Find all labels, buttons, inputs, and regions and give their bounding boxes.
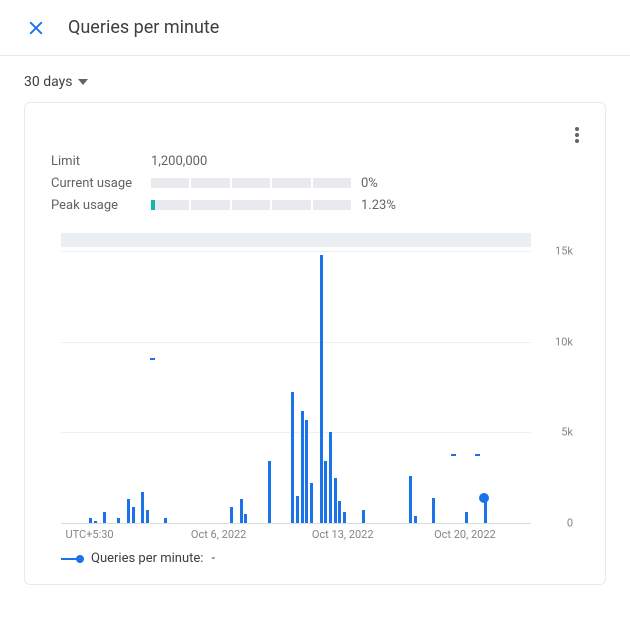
stat-current: Current usage 0% <box>51 173 579 193</box>
chart-header-band <box>61 233 531 247</box>
chart-y-tick: 10k <box>555 335 573 348</box>
stat-current-bar <box>151 178 351 188</box>
chart-data-mark <box>150 358 155 360</box>
controls-row: 30 days <box>0 56 630 102</box>
stat-current-label: Current usage <box>51 176 151 191</box>
chart-data-bar <box>244 514 247 523</box>
chart-data-bar <box>343 512 346 523</box>
chart-data-mark <box>475 454 480 456</box>
chart-data-bar <box>362 510 365 523</box>
card-menu-button[interactable] <box>563 121 591 149</box>
chart-y-tick: 5k <box>561 426 573 439</box>
chart-data-mark <box>451 454 456 456</box>
header-bar: Queries per minute <box>0 0 630 56</box>
chart-x-axis: UTC+5:30 Oct 6, 2022 Oct 13, 2022 Oct 20, 2… <box>61 523 531 541</box>
stat-peak-bar <box>151 200 351 210</box>
chart-card: Limit 1,200,000 Current usage 0% Peak us… <box>24 102 606 585</box>
chart-y-tick: 0 <box>567 517 573 530</box>
chart-x-tick: Oct 20, 2022 <box>434 528 496 541</box>
chart-legend: Queries per minute: - <box>61 551 579 566</box>
time-range-select[interactable]: 30 days <box>24 74 88 90</box>
close-icon <box>26 18 46 38</box>
chart-x-tick: Oct 6, 2022 <box>191 528 246 541</box>
chart-data-bar <box>305 420 308 523</box>
chart-x-tick: UTC+5:30 <box>65 528 113 541</box>
chart-data-bar <box>268 461 271 523</box>
time-range-label: 30 days <box>24 74 72 90</box>
chart-data-bar <box>146 510 149 523</box>
page-title: Queries per minute <box>68 17 219 38</box>
chart-data-bar <box>324 461 327 523</box>
chart-data-bar <box>465 512 468 523</box>
chart-data-bar <box>141 492 144 523</box>
chart-data-bar <box>409 476 412 523</box>
stat-limit-value: 1,200,000 <box>151 154 207 169</box>
legend-swatch-icon <box>61 554 83 564</box>
chart-data-bar <box>301 411 304 523</box>
stat-peak-value: 1.23% <box>361 198 396 213</box>
close-button[interactable] <box>16 8 56 48</box>
chart-data-bar <box>310 483 313 523</box>
chart-data-bar <box>334 478 337 523</box>
chart-data-bar <box>296 496 299 523</box>
chart: 05k10k15k UTC+5:30Oct 6, 2022Oct 13, 202… <box>51 233 579 541</box>
chart-data-bar <box>230 507 233 523</box>
chart-data-bar <box>338 501 341 523</box>
stat-limit: Limit 1,200,000 <box>51 151 579 171</box>
stats-block: Limit 1,200,000 Current usage 0% Peak us… <box>51 151 579 215</box>
chart-cursor-dot <box>479 493 489 503</box>
chart-data-bar <box>432 498 435 523</box>
stat-peak: Peak usage 1.23% <box>51 195 579 215</box>
more-vert-icon <box>575 127 579 143</box>
chart-y-tick: 15k <box>555 245 573 258</box>
chart-plot-area[interactable]: 05k10k15k <box>61 251 531 523</box>
chart-x-tick: Oct 13, 2022 <box>312 528 374 541</box>
chart-data-bar <box>132 507 135 523</box>
chart-data-bar <box>329 432 332 523</box>
chart-data-bar <box>240 499 243 523</box>
chart-data-bar <box>127 499 130 523</box>
legend-series-label: Queries per minute: <box>91 551 203 566</box>
chart-data-bar <box>414 516 417 523</box>
legend-series-value: - <box>211 551 215 566</box>
chart-data-bar <box>320 255 323 523</box>
stat-limit-label: Limit <box>51 154 151 169</box>
stat-peak-label: Peak usage <box>51 198 151 213</box>
chart-data-bar <box>103 512 106 523</box>
chevron-down-icon <box>78 79 88 85</box>
stat-current-value: 0% <box>361 176 378 191</box>
chart-data-bar <box>291 392 294 523</box>
